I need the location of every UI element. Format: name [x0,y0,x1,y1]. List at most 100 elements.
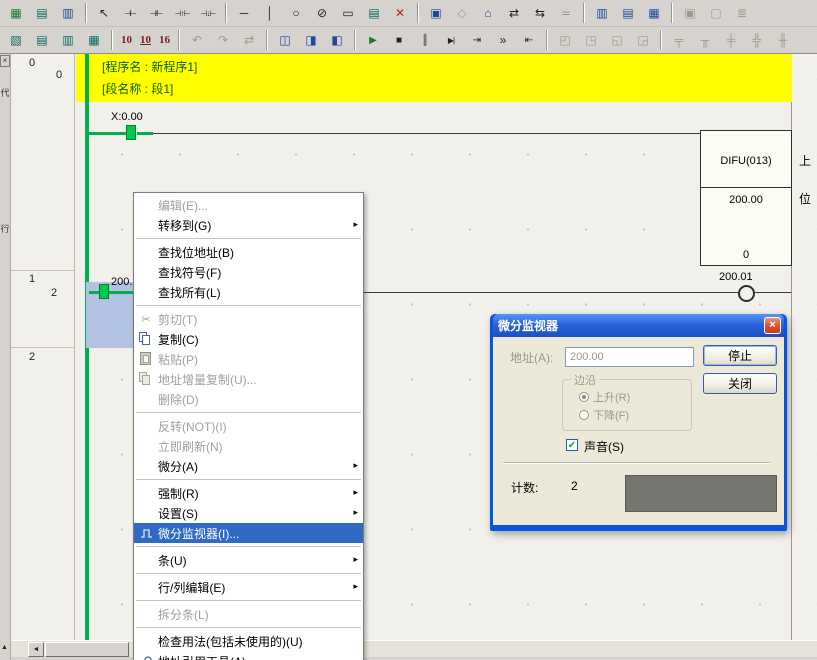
menu-separator [136,573,361,574]
menu-item-label: 编辑(E)... [158,197,349,214]
scroll-left-button[interactable]: ◄ [28,642,44,657]
menu-item-check-usage[interactable]: 检查用法(包括未使用的)(U) [134,631,363,651]
pane-bottom-left-icon[interactable]: ◱ [605,28,629,52]
menu-item-address-reference-tool[interactable]: 地址引用工具(A) [134,651,363,660]
rising-contact-icon[interactable]: ⊣↑⊢ [170,1,194,25]
scroll-thumb[interactable] [45,642,129,657]
window-list-icon[interactable]: ≣ [730,1,754,25]
splitter-handle-icon[interactable]: ▲ [1,644,8,651]
vertical-line-icon[interactable]: │ [258,1,282,25]
tile-vertical-icon[interactable]: ╥ [693,28,717,52]
reset-icon[interactable]: ⇤ [517,28,541,52]
new-coil-icon[interactable]: ○ [284,1,308,25]
project-window-icon[interactable]: ▤ [30,1,54,25]
menu-item-immediate-refresh: 立即刷新(N) [134,436,363,456]
merge-cells-icon[interactable]: ╪ [719,28,743,52]
compare-with-plc-icon[interactable]: ≃ [554,1,578,25]
menu-item-copy[interactable]: 复制(C) [134,329,363,349]
menu-item-find-bit-address[interactable]: 查找位地址(B) [134,242,363,262]
toolbar-separator [178,30,180,50]
pause-icon[interactable]: ║ [413,28,437,52]
rung-comment-icon[interactable]: ▦ [82,28,106,52]
function-block-icon[interactable]: ▤ [362,1,386,25]
undo-icon[interactable]: ↶ [185,28,209,52]
step-run-icon[interactable]: ▶| [439,28,463,52]
contact-x000[interactable] [126,125,136,140]
address-reference-icon[interactable]: ▤ [616,1,640,25]
monitor-decimal-button[interactable]: 10 [118,30,135,50]
menu-item-set[interactable]: 设置(S) ▸ [134,503,363,523]
monitor-icon[interactable]: ◫ [273,28,297,52]
rail-tab-label[interactable]: 代 [0,86,10,99]
menu-item-differentiate[interactable]: 微分(A) ▸ [134,456,363,476]
rail-tab-label[interactable]: 行 [0,222,10,235]
online-edit-icon[interactable]: ◇ [450,1,474,25]
continuous-step-icon[interactable]: » [491,28,515,52]
compile-icon[interactable]: ▣ [424,1,448,25]
address-reference-tool-icon [134,651,158,660]
pause-monitor-icon[interactable]: ◨ [299,28,323,52]
pane-top-right-icon[interactable]: ◳ [579,28,603,52]
difu-instruction-block[interactable]: DIFU(013) 200.00 0 [700,130,792,266]
sound-checkbox[interactable]: ✔ [566,439,578,451]
io-comment-icon[interactable]: ▦ [642,1,666,25]
menu-item-label: 微分(A) [158,458,349,475]
new-closed-coil-icon[interactable]: ⊘ [310,1,334,25]
tile-horizontal-icon[interactable]: ╤ [667,28,691,52]
menu-item-find-all[interactable]: 查找所有(L) [134,282,363,302]
horizontal-line-icon[interactable]: ─ [232,1,256,25]
menu-item-force[interactable]: 强制(R) ▸ [134,483,363,503]
stop-button[interactable]: 停止 [703,345,777,366]
monitor-hex-button[interactable]: 16 [156,30,173,50]
toolbar-separator [85,3,87,23]
contact-address-label: X:0.00 [111,111,143,123]
menu-item-differential-monitor[interactable]: 微分监视器(I)... [134,523,363,543]
dialog-close-icon[interactable]: × [764,317,781,334]
pane-top-left-icon[interactable]: ◰ [553,28,577,52]
tile-windows-icon[interactable]: ▣ [678,1,702,25]
contact-20000[interactable] [99,284,109,299]
global-symbol-icon[interactable]: ▥ [56,28,80,52]
toolbar-separator [111,30,113,50]
transfer-from-plc-icon[interactable]: ⇆ [528,1,552,25]
close-pane-icon[interactable]: × [0,55,10,67]
energized-wire [89,132,127,135]
menu-item-label: 行/列编辑(E) [158,579,349,596]
menu-item-rung[interactable]: 条(U) ▸ [134,550,363,570]
delete-icon[interactable]: ✕ [388,1,412,25]
symbol-table-icon[interactable]: ▧ [4,28,28,52]
instruction-operand: 200.00 [701,194,791,206]
work-online-icon[interactable]: ⌂ [476,1,500,25]
new-instruction-icon[interactable]: ▭ [336,1,360,25]
menu-item-go-to[interactable]: 转移到(G) ▸ [134,215,363,235]
coil-20001[interactable] [738,285,755,302]
grid-cross-icon[interactable]: ╬ [745,28,769,52]
step-over-icon[interactable]: ⇥ [465,28,489,52]
redo-icon[interactable]: ↷ [211,28,235,52]
split-window-icon[interactable]: ╫ [771,28,795,52]
monitor-signed-decimal-button[interactable]: 10 [137,30,154,50]
data-trace-icon[interactable]: ◧ [325,28,349,52]
new-closed-contact-icon[interactable]: ⊣/⊢ [144,1,168,25]
new-contact-icon[interactable]: ⊣⊢ [118,1,142,25]
toggle-view-icon[interactable]: ⇄ [237,28,261,52]
sound-checkbox-label[interactable]: 声音(S) [584,438,624,455]
menu-item-label: 查找符号(F) [158,264,349,281]
menu-item-address-incremental-copy: 地址增量复制(U)... [134,369,363,389]
cascade-windows-icon[interactable]: ▢ [704,1,728,25]
section-list-icon[interactable]: ▤ [30,28,54,52]
cross-reference-icon[interactable]: ▥ [590,1,614,25]
select-mode-icon[interactable]: ↖ [92,1,116,25]
window-layout-icon[interactable]: ▦ [4,1,28,25]
menu-item-find-symbol[interactable]: 查找符号(F) [134,262,363,282]
pane-bottom-right-icon[interactable]: ◲ [631,28,655,52]
watch-window-icon[interactable]: ▥ [56,1,80,25]
menu-item-row-column-edit[interactable]: 行/列编辑(E) ▸ [134,577,363,597]
dialog-title-bar[interactable]: 微分监视器 × [493,314,784,337]
falling-contact-icon[interactable]: ⊣↓⊢ [196,1,220,25]
transfer-to-plc-icon[interactable]: ⇄ [502,1,526,25]
run-icon[interactable]: ▶ [361,28,385,52]
horizontal-scrollbar[interactable]: ◄ [11,640,817,657]
stop-icon[interactable]: ■ [387,28,411,52]
close-button[interactable]: 关闭 [703,373,777,394]
